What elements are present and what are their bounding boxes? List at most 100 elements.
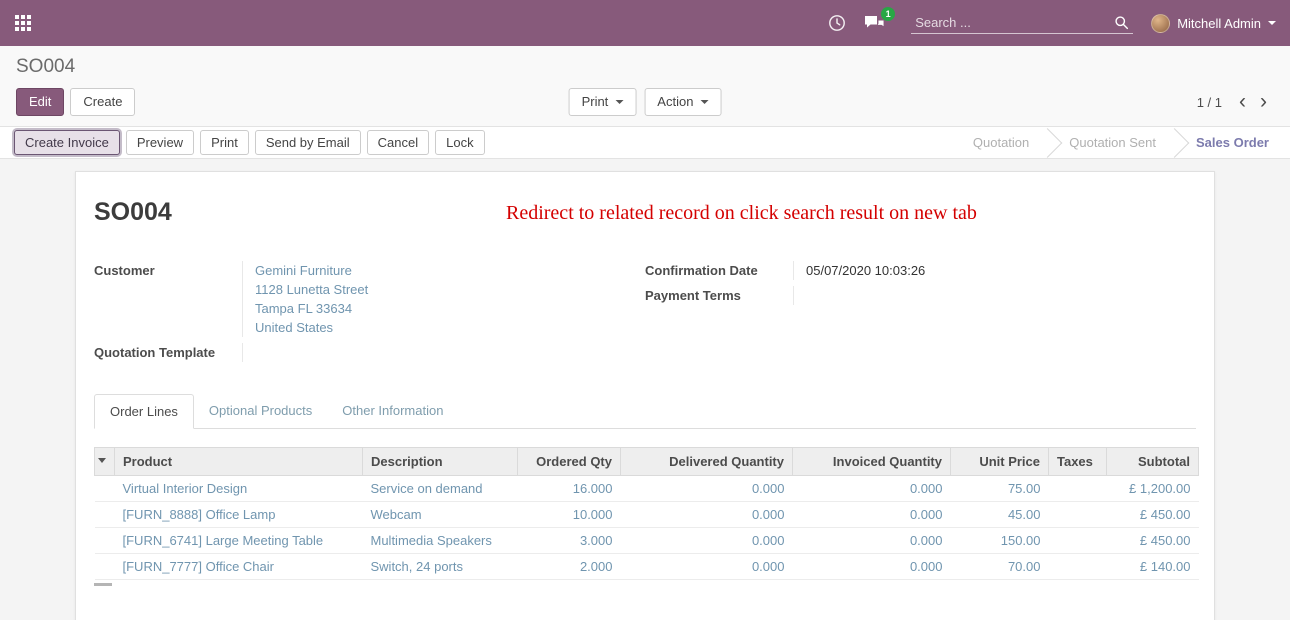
state-separator-chevron-icon xyxy=(1042,127,1056,158)
product-cell[interactable]: Virtual Interior Design xyxy=(115,476,363,502)
order-lines-table: Product Description Ordered Qty Delivere… xyxy=(94,447,1199,580)
col-header-subtotal[interactable]: Subtotal xyxy=(1107,448,1199,476)
preview-button[interactable]: Preview xyxy=(126,130,194,155)
column-toggle-caret-icon[interactable] xyxy=(95,448,115,476)
ordered-qty-cell: 2.000 xyxy=(518,554,621,580)
customer-link[interactable]: Gemini Furniture xyxy=(255,263,352,278)
lock-button[interactable]: Lock xyxy=(435,130,484,155)
create-button[interactable]: Create xyxy=(70,88,135,116)
notebook-tabs: Order Lines Optional Products Other Info… xyxy=(94,394,1196,429)
invoiced-qty-cell: 0.000 xyxy=(793,554,951,580)
product-cell[interactable]: [FURN_8888] Office Lamp xyxy=(115,502,363,528)
control-panel: SO004 Edit Create Print Action 1 / 1 ‹ › xyxy=(0,46,1290,126)
state-sales-order[interactable]: Sales Order xyxy=(1183,127,1282,158)
order-line-row[interactable]: [FURN_7777] Office Chair Switch, 24 port… xyxy=(95,554,1199,580)
user-menu[interactable]: Mitchell Admin xyxy=(1151,14,1276,33)
print-menu-button[interactable]: Print xyxy=(569,88,637,116)
subtotal-cell: £ 140.00 xyxy=(1107,554,1199,580)
action-menu-button[interactable]: Action xyxy=(644,88,721,116)
col-header-ordered-qty[interactable]: Ordered Qty xyxy=(518,448,621,476)
messages-icon[interactable]: 1 xyxy=(864,15,885,32)
invoiced-qty-cell: 0.000 xyxy=(793,502,951,528)
description-cell[interactable]: Multimedia Speakers xyxy=(363,528,518,554)
cancel-button[interactable]: Cancel xyxy=(367,130,429,155)
taxes-cell xyxy=(1049,502,1107,528)
product-cell[interactable]: [FURN_7777] Office Chair xyxy=(115,554,363,580)
order-line-row[interactable]: [FURN_8888] Office Lamp Webcam 10.000 0.… xyxy=(95,502,1199,528)
delivered-qty-cell: 0.000 xyxy=(621,502,793,528)
tab-other-information[interactable]: Other Information xyxy=(327,394,458,429)
col-header-invoiced-qty[interactable]: Invoiced Quantity xyxy=(793,448,951,476)
taxes-cell xyxy=(1049,476,1107,502)
delivered-qty-cell: 0.000 xyxy=(621,476,793,502)
breadcrumb: SO004 xyxy=(16,56,1274,78)
customer-address-line: United States xyxy=(255,318,645,337)
pager-previous-button[interactable]: ‹ xyxy=(1232,95,1253,109)
pager-next-button[interactable]: › xyxy=(1253,95,1274,109)
col-header-product[interactable]: Product xyxy=(115,448,363,476)
payment-terms-value xyxy=(793,286,1196,305)
tab-order-lines[interactable]: Order Lines xyxy=(94,394,194,429)
state-separator-chevron-icon xyxy=(1169,127,1183,158)
col-header-taxes[interactable]: Taxes xyxy=(1049,448,1107,476)
apps-menu-icon[interactable] xyxy=(14,14,32,32)
form-view-area: SO004 Redirect to related record on clic… xyxy=(0,159,1290,620)
delivered-qty-cell: 0.000 xyxy=(621,528,793,554)
order-line-row[interactable]: Virtual Interior Design Service on deman… xyxy=(95,476,1199,502)
customer-address-line: 1128 Lunetta Street xyxy=(255,280,645,299)
confirmation-date-label: Confirmation Date xyxy=(645,261,793,280)
order-line-row[interactable]: [FURN_6741] Large Meeting Table Multimed… xyxy=(95,528,1199,554)
invoiced-qty-cell: 0.000 xyxy=(793,476,951,502)
search-input[interactable] xyxy=(915,15,1114,30)
ordered-qty-cell: 10.000 xyxy=(518,502,621,528)
edit-button[interactable]: Edit xyxy=(16,88,64,116)
chevron-down-icon xyxy=(615,100,623,108)
tab-optional-products[interactable]: Optional Products xyxy=(194,394,327,429)
search-icon[interactable] xyxy=(1114,15,1129,30)
col-header-delivered-qty[interactable]: Delivered Quantity xyxy=(621,448,793,476)
top-navbar: 1 Mitchell Admin xyxy=(0,0,1290,46)
message-count-badge: 1 xyxy=(881,7,895,21)
navbar-search-box xyxy=(911,12,1133,34)
col-header-description[interactable]: Description xyxy=(363,448,518,476)
print-menu-label: Print xyxy=(582,94,609,110)
invoiced-qty-cell: 0.000 xyxy=(793,528,951,554)
payment-terms-label: Payment Terms xyxy=(645,286,793,305)
description-cell[interactable]: Service on demand xyxy=(363,476,518,502)
subtotal-cell: £ 450.00 xyxy=(1107,502,1199,528)
status-pipeline: Quotation Quotation Sent Sales Order xyxy=(960,127,1290,158)
action-menu-label: Action xyxy=(657,94,693,110)
ordered-qty-cell: 16.000 xyxy=(518,476,621,502)
form-statusbar: Create Invoice Preview Print Send by Ema… xyxy=(0,126,1290,159)
unit-price-cell: 45.00 xyxy=(951,502,1049,528)
description-cell[interactable]: Switch, 24 ports xyxy=(363,554,518,580)
ordered-qty-cell: 3.000 xyxy=(518,528,621,554)
subtotal-cell: £ 1,200.00 xyxy=(1107,476,1199,502)
avatar xyxy=(1151,14,1170,33)
print-button[interactable]: Print xyxy=(200,130,249,155)
apps-grid-squares xyxy=(15,15,19,19)
product-cell[interactable]: [FURN_6741] Large Meeting Table xyxy=(115,528,363,554)
state-quotation-sent[interactable]: Quotation Sent xyxy=(1056,127,1169,158)
customer-address-line: Tampa FL 33634 xyxy=(255,299,645,318)
customer-label: Customer xyxy=(94,261,242,337)
unit-price-cell: 70.00 xyxy=(951,554,1049,580)
send-by-email-button[interactable]: Send by Email xyxy=(255,130,361,155)
delivered-qty-cell: 0.000 xyxy=(621,554,793,580)
taxes-cell xyxy=(1049,528,1107,554)
customer-value: Gemini Furniture 1128 Lunetta Street Tam… xyxy=(242,261,645,337)
unit-price-cell: 75.00 xyxy=(951,476,1049,502)
chevron-down-icon xyxy=(700,100,708,108)
unit-price-cell: 150.00 xyxy=(951,528,1049,554)
state-quotation[interactable]: Quotation xyxy=(960,127,1042,158)
create-invoice-button[interactable]: Create Invoice xyxy=(14,130,120,155)
description-cell[interactable]: Webcam xyxy=(363,502,518,528)
confirmation-date-value: 05/07/2020 10:03:26 xyxy=(793,261,1196,280)
subtotal-cell: £ 450.00 xyxy=(1107,528,1199,554)
taxes-cell xyxy=(1049,554,1107,580)
col-header-unit-price[interactable]: Unit Price xyxy=(951,448,1049,476)
table-header-row: Product Description Ordered Qty Delivere… xyxy=(95,448,1199,476)
user-name: Mitchell Admin xyxy=(1177,16,1261,31)
activities-clock-icon[interactable] xyxy=(828,14,846,32)
table-horizontal-scrollbar[interactable] xyxy=(94,583,112,586)
